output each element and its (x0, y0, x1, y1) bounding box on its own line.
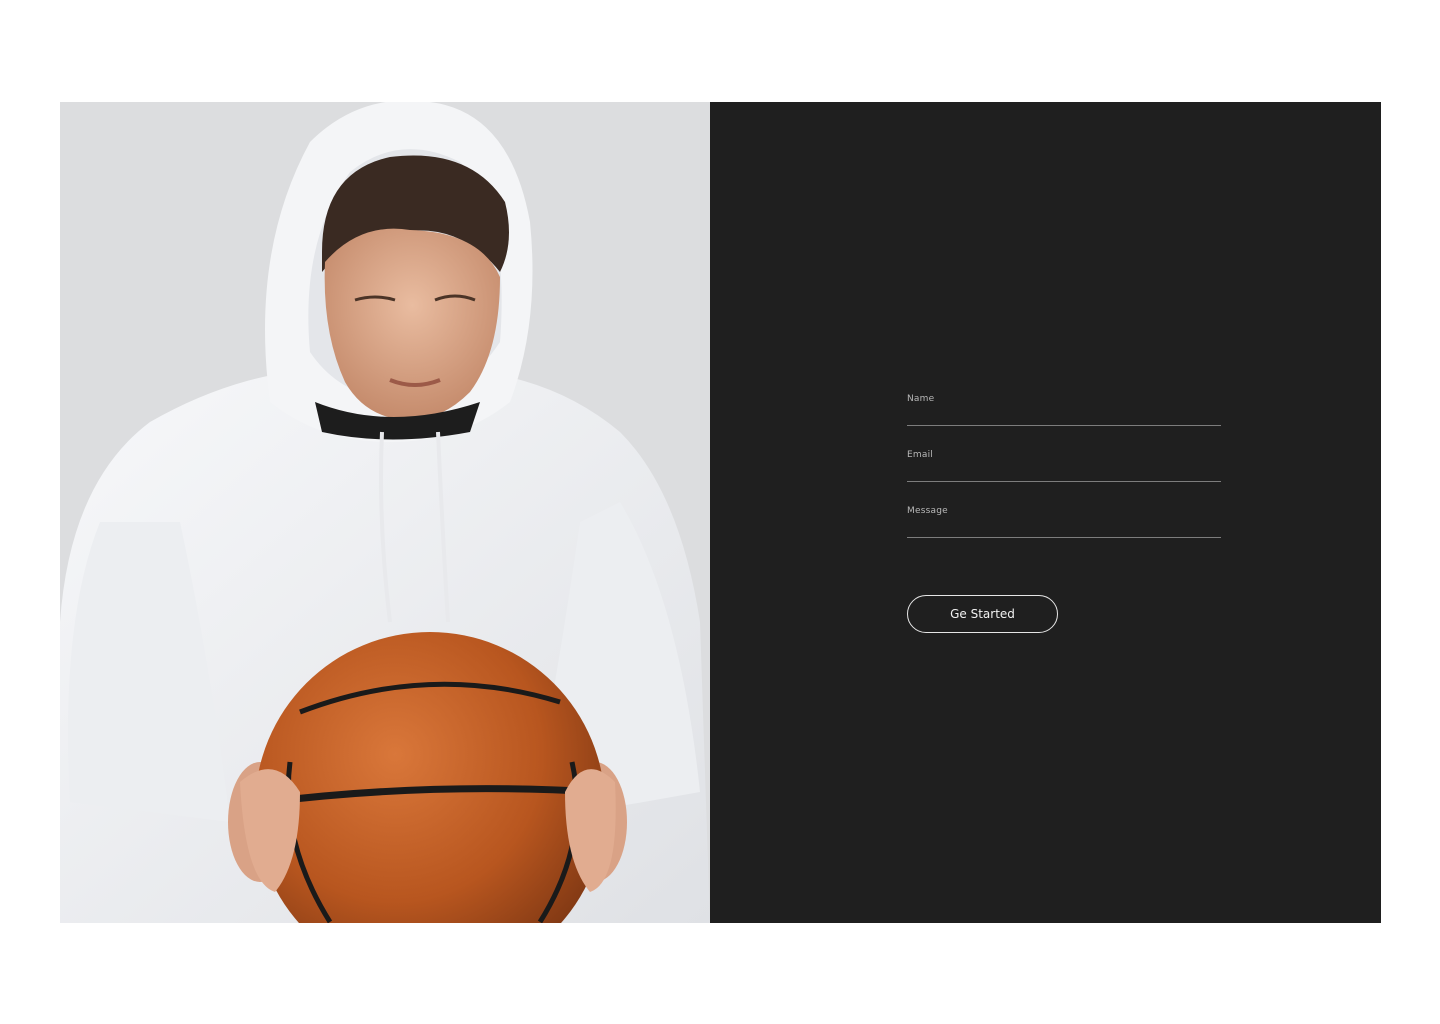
message-input[interactable] (907, 518, 1221, 536)
name-label: Name (907, 394, 935, 404)
contact-card: Name Email Message Ge Started (60, 102, 1381, 923)
basketball-player-illustration (60, 102, 710, 923)
email-label: Email (907, 450, 933, 460)
contact-form-panel: Name Email Message Ge Started (710, 102, 1381, 923)
hero-photo (60, 102, 710, 923)
name-field: Name (907, 394, 1221, 426)
message-label: Message (907, 506, 948, 516)
message-field: Message (907, 506, 1221, 538)
email-input[interactable] (907, 462, 1221, 480)
contact-form: Name Email Message (907, 394, 1221, 562)
get-started-button[interactable]: Ge Started (907, 595, 1058, 633)
email-field: Email (907, 450, 1221, 482)
name-input[interactable] (907, 406, 1221, 424)
